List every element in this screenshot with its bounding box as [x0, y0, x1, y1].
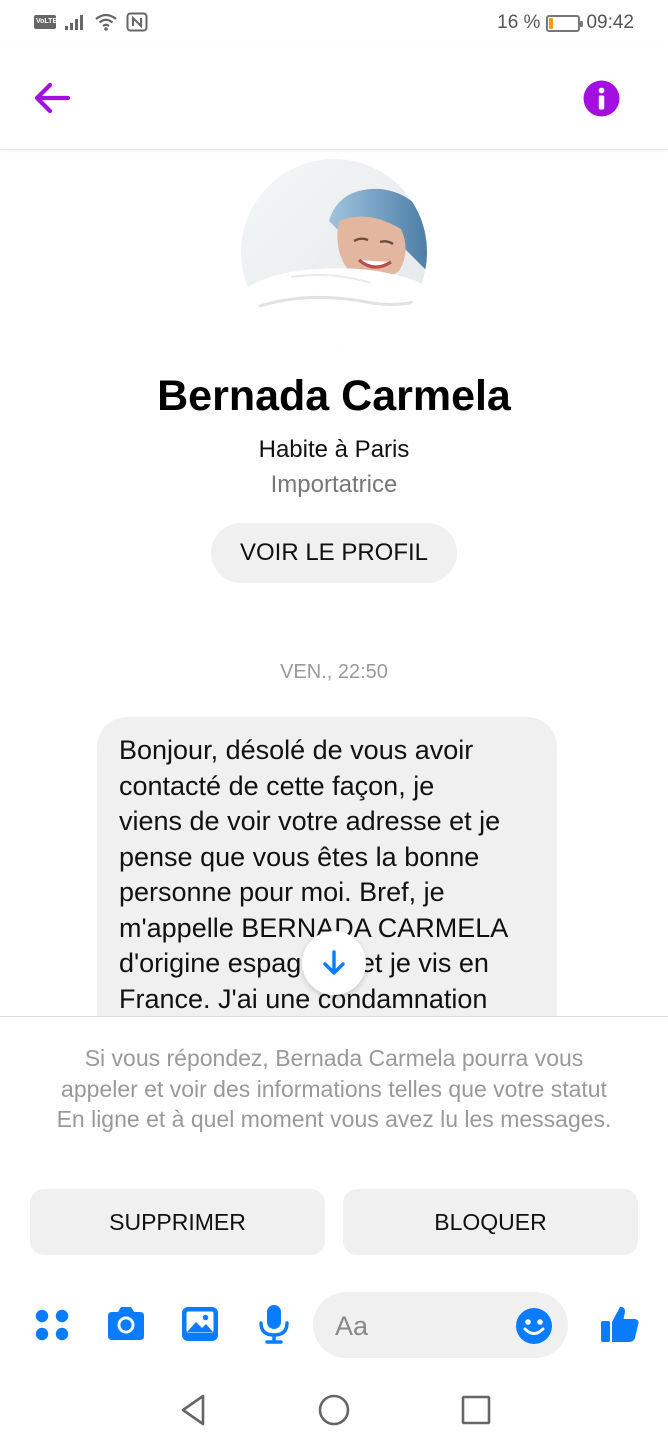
- home-circle-icon: [318, 1394, 350, 1426]
- view-profile-button[interactable]: VOIR LE PROFIL: [211, 523, 457, 583]
- emoji-icon: [516, 1308, 552, 1344]
- microphone-button[interactable]: [252, 1302, 296, 1346]
- status-left: VoLTE: [34, 12, 148, 32]
- signal-icon: [65, 15, 83, 30]
- battery-icon: [546, 14, 584, 32]
- nav-back-button[interactable]: [176, 1392, 212, 1428]
- gallery-icon: [182, 1307, 218, 1341]
- volte-icon: VoLTE: [34, 15, 57, 29]
- message-line: Bonjour, désolé de vous avoir: [119, 735, 474, 765]
- message-line: personne pour moi. Bref, je: [119, 877, 445, 907]
- status-bar: VoLTE 16 % 09:42: [0, 0, 668, 48]
- nav-recents-button[interactable]: [458, 1392, 494, 1428]
- message-request-panel: Si vous répondez, Bernada Carmela pourra…: [0, 1016, 668, 1276]
- back-triangle-icon: [181, 1394, 205, 1426]
- profile-name: Bernada Carmela: [157, 372, 511, 420]
- camera-button[interactable]: [104, 1302, 148, 1346]
- info-icon: [583, 80, 620, 117]
- composer: Aa: [0, 1282, 668, 1372]
- battery-level: [549, 17, 554, 29]
- emoji-button[interactable]: [515, 1307, 553, 1345]
- message-line: contacté de cette façon, je: [119, 770, 435, 801]
- wifi-icon: [95, 13, 117, 31]
- clock: 09:42: [586, 12, 634, 33]
- like-button[interactable]: [598, 1302, 642, 1346]
- nav-home-button[interactable]: [316, 1392, 352, 1428]
- info-button[interactable]: [583, 80, 620, 117]
- arrow-left-icon: [34, 82, 71, 114]
- apps-button[interactable]: [30, 1302, 74, 1346]
- profile-occupation: Importatrice: [270, 471, 398, 498]
- camera-icon: [108, 1307, 144, 1340]
- message-line: viens de voir votre adresse et je: [119, 806, 501, 836]
- scroll-to-bottom-button[interactable]: [302, 931, 366, 995]
- message-timestamp: VEN., 22:50: [280, 661, 388, 683]
- delete-button[interactable]: SUPPRIMER: [30, 1189, 325, 1255]
- profile-location: Habite à Paris: [258, 436, 410, 463]
- avatar[interactable]: [241, 159, 427, 345]
- arrow-down-icon: [323, 950, 345, 975]
- status-right: 16 % 09:42: [497, 12, 634, 34]
- battery-percent: 16 %: [497, 12, 541, 33]
- nfc-icon: [126, 12, 148, 32]
- apps-icon: [35, 1309, 69, 1341]
- block-button[interactable]: BLOQUER: [343, 1189, 638, 1255]
- microphone-icon: [259, 1305, 289, 1344]
- message-input-placeholder: Aa: [335, 1311, 369, 1341]
- conversation-header: [0, 48, 668, 150]
- gallery-button[interactable]: [178, 1302, 222, 1346]
- request-notice: Si vous répondez, Bernada Carmela pourra…: [56, 1045, 612, 1132]
- system-nav-bar: [0, 1380, 668, 1447]
- profile-photo: [241, 159, 427, 345]
- message-input[interactable]: Aa: [313, 1292, 568, 1358]
- back-button[interactable]: [30, 78, 74, 118]
- thumbs-up-icon: [601, 1306, 639, 1342]
- message-line: pense que vous êtes la bonne: [119, 841, 480, 872]
- recents-square-icon: [461, 1395, 491, 1425]
